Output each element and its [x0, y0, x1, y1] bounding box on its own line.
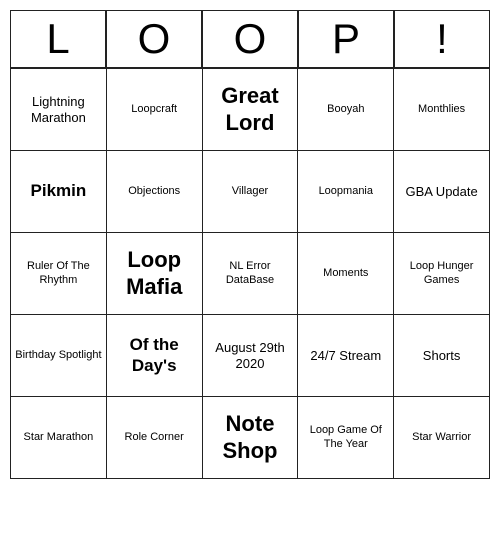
bingo-grid: Lightning MarathonLoopcraftGreat LordBoo… [10, 68, 490, 479]
cell-r0-c4: Monthlies [394, 69, 490, 151]
cell-r2-c3: Moments [298, 233, 394, 315]
header-letter: O [106, 10, 202, 68]
cell-r3-c4: Shorts [394, 315, 490, 397]
cell-r2-c4: Loop Hunger Games [394, 233, 490, 315]
cell-r2-c1: Loop Mafia [107, 233, 203, 315]
header-letter: ! [394, 10, 490, 68]
cell-r2-c0: Ruler Of The Rhythm [11, 233, 107, 315]
cell-r3-c1: Of the Day's [107, 315, 203, 397]
cell-r4-c2: Note Shop [203, 397, 299, 479]
cell-r1-c4: GBA Update [394, 151, 490, 233]
cell-r1-c3: Loopmania [298, 151, 394, 233]
cell-r0-c1: Loopcraft [107, 69, 203, 151]
cell-r4-c1: Role Corner [107, 397, 203, 479]
cell-r0-c2: Great Lord [203, 69, 299, 151]
cell-r4-c3: Loop Game Of The Year [298, 397, 394, 479]
cell-r3-c3: 24/7 Stream [298, 315, 394, 397]
cell-r0-c0: Lightning Marathon [11, 69, 107, 151]
header-row: LOOP! [10, 10, 490, 68]
bingo-card: LOOP! Lightning MarathonLoopcraftGreat L… [10, 10, 490, 479]
cell-r0-c3: Booyah [298, 69, 394, 151]
cell-r1-c0: Pikmin [11, 151, 107, 233]
cell-r1-c2: Villager [203, 151, 299, 233]
header-letter: O [202, 10, 298, 68]
header-letter: P [298, 10, 394, 68]
cell-r1-c1: Objections [107, 151, 203, 233]
cell-r3-c2: August 29th 2020 [203, 315, 299, 397]
cell-r2-c2: NL Error DataBase [203, 233, 299, 315]
cell-r4-c4: Star Warrior [394, 397, 490, 479]
cell-r3-c0: Birthday Spotlight [11, 315, 107, 397]
header-letter: L [10, 10, 106, 68]
cell-r4-c0: Star Marathon [11, 397, 107, 479]
